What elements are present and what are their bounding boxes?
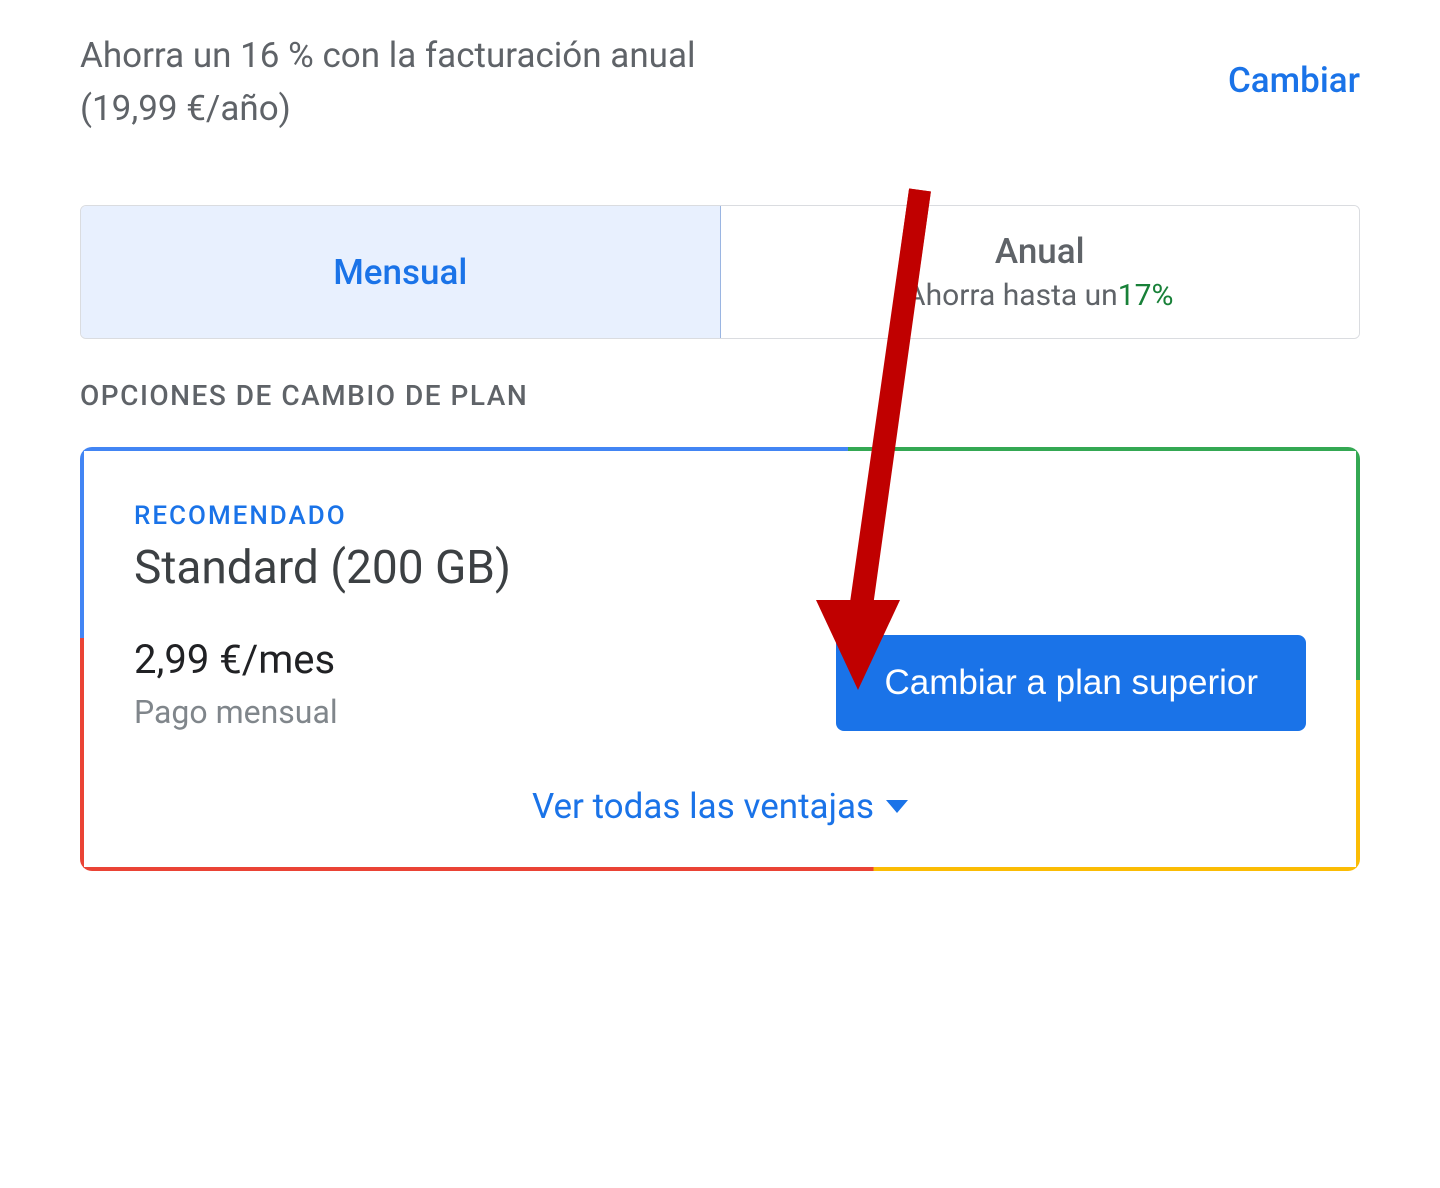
plan-card: RECOMENDADO Standard (200 GB) 2,99 €/mes… [80,447,1360,871]
see-benefits-label: Ver todas las ventajas [532,786,874,827]
tab-annual-sublabel: Ahorra hasta un17% [906,278,1173,313]
see-benefits-link[interactable]: Ver todas las ventajas [134,786,1306,827]
tab-annual-label: Anual [995,231,1085,272]
upgrade-button[interactable]: Cambiar a plan superior [836,635,1306,731]
tab-annual[interactable]: Anual Ahorra hasta un17% [721,206,1360,338]
change-link[interactable]: Cambiar [1228,60,1360,101]
tab-monthly[interactable]: Mensual [81,206,721,338]
savings-info-text: Ahorra un 16 % con la facturación anual … [80,30,780,135]
tab-monthly-label: Mensual [333,252,467,293]
section-label: OPCIONES DE CAMBIO DE PLAN [80,379,1360,412]
plan-payment-type: Pago mensual [134,693,338,731]
caret-down-icon [886,800,908,813]
billing-tabs: Mensual Anual Ahorra hasta un17% [80,205,1360,339]
plan-price: 2,99 €/mes [134,636,338,683]
plan-name: Standard (200 GB) [134,541,1306,595]
recommended-label: RECOMENDADO [134,501,1306,531]
